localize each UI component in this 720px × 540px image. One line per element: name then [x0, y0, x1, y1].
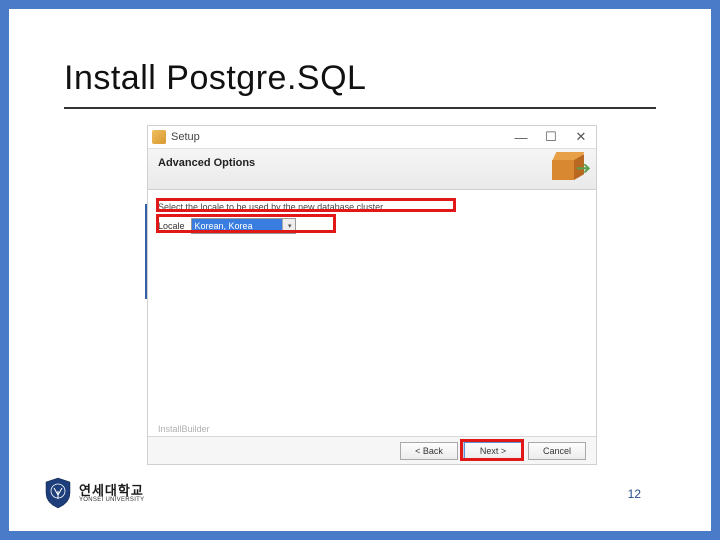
header-band: Advanced Options ➔ [148, 148, 596, 190]
install-builder-label: InstallBuilder [158, 424, 210, 434]
maximize-button[interactable]: ☐ [536, 126, 566, 148]
university-logo: 연세대학교 YONSEI UNIVERSITY [44, 477, 144, 509]
window-title: Setup [171, 131, 200, 143]
close-button[interactable]: ✕ [566, 126, 596, 148]
button-row: < Back Next > Cancel [148, 436, 596, 464]
locale-label: Locale [158, 221, 185, 231]
header-title: Advanced Options [158, 157, 586, 169]
minimize-button[interactable]: — [506, 126, 536, 148]
package-icon: ➔ [552, 152, 588, 188]
back-button[interactable]: < Back [400, 442, 458, 460]
content-area: Select the locale to be used by the new … [148, 190, 596, 440]
university-name-kr: 연세대학교 [79, 484, 144, 497]
shield-icon [44, 477, 72, 509]
locale-value: Korean, Korea [195, 221, 253, 231]
chevron-down-icon: ▾ [288, 222, 292, 230]
next-button[interactable]: Next > [464, 442, 522, 460]
window-controls: — ☐ ✕ [506, 126, 596, 148]
installer-window: Setup — ☐ ✕ Advanced Options ➔ Select th… [147, 125, 597, 465]
university-name-en: YONSEI UNIVERSITY [79, 497, 144, 503]
title-bar: Setup — ☐ ✕ [148, 126, 596, 148]
instruction-text: Select the locale to be used by the new … [158, 202, 586, 212]
slide-title: Install Postgre.SQL [64, 59, 366, 98]
page-number: 12 [628, 487, 641, 501]
title-underline [64, 107, 656, 109]
app-icon [152, 130, 166, 144]
locale-row: Locale Korean, Korea ▾ [158, 218, 586, 234]
locale-select[interactable]: Korean, Korea ▾ [191, 218, 296, 234]
cancel-button[interactable]: Cancel [528, 442, 586, 460]
